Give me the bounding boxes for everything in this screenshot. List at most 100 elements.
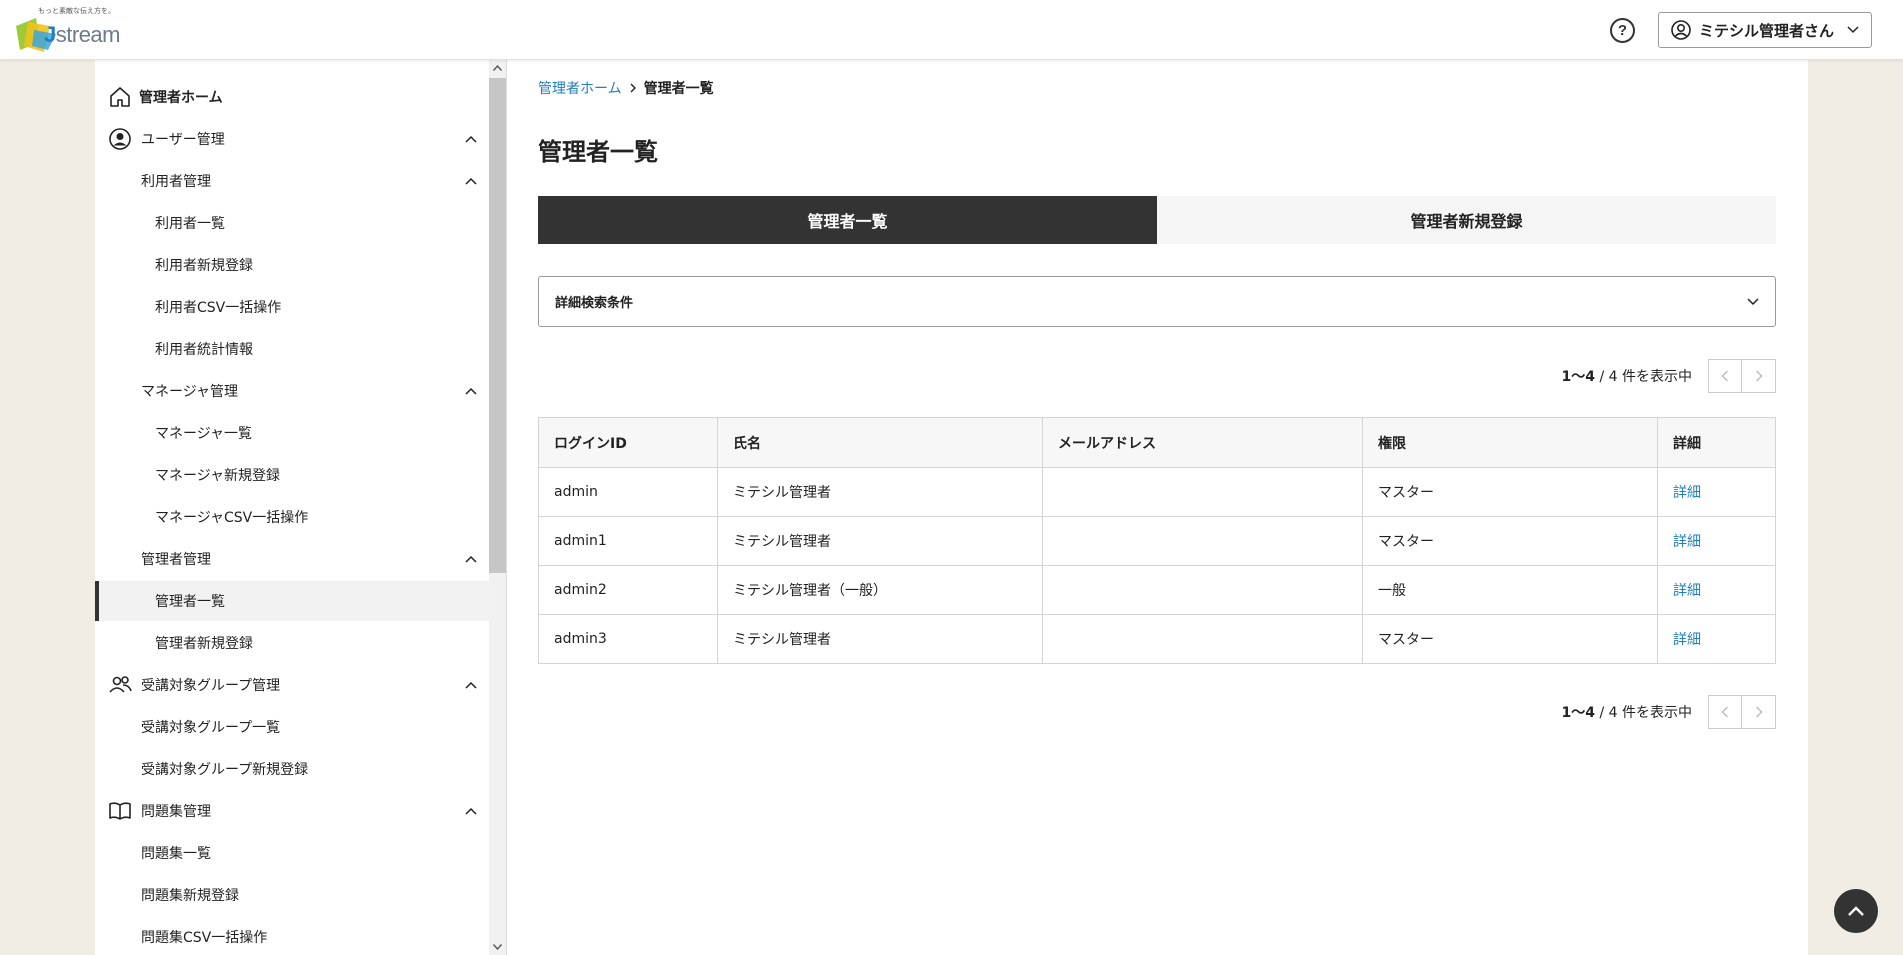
- sidebar-item-label: 管理者一覧: [155, 594, 225, 610]
- advanced-search-toggle[interactable]: 詳細検索条件: [538, 276, 1776, 327]
- cell-name: ミテシル管理者: [717, 614, 1043, 664]
- sidebar-item-label: 受講対象グループ管理: [141, 678, 281, 694]
- table-row: admin1 ミテシル管理者 マスター 詳細: [538, 516, 1776, 566]
- sidebar-item-admin-list[interactable]: 管理者一覧: [95, 581, 489, 621]
- cell-detail: 詳細: [1657, 516, 1776, 566]
- sidebar-item-workbook-management[interactable]: 問題集管理: [95, 791, 489, 831]
- next-page-button[interactable]: [1742, 359, 1776, 393]
- sidebar-scrollbar[interactable]: [489, 60, 506, 955]
- cell-role: マスター: [1362, 614, 1658, 664]
- detail-link[interactable]: 詳細: [1673, 534, 1701, 550]
- sidebar-nav: 管理者ホーム ユーザー管理 利用者管理 利用者一覧 利用者新規登録 利用者CSV…: [95, 60, 489, 955]
- home-icon: [110, 87, 130, 107]
- cell-role: 一般: [1362, 565, 1658, 615]
- result-count: 1〜4 / 4 件を表示中: [1562, 366, 1692, 386]
- column-header-email[interactable]: メールアドレス: [1042, 417, 1363, 468]
- table-row: admin3 ミテシル管理者 マスター 詳細: [538, 614, 1776, 664]
- result-total: / 4 件を表示中: [1599, 705, 1692, 721]
- admin-table: ログインID 氏名 メールアドレス 権限 詳細 admin ミテシル管理者 マス…: [538, 417, 1776, 664]
- result-range: 1〜4: [1561, 369, 1596, 385]
- column-header-login-id[interactable]: ログインID: [538, 417, 718, 468]
- cell-login-id: admin1: [538, 516, 718, 566]
- sidebar-item-label: 問題集一覧: [141, 846, 211, 862]
- next-page-button[interactable]: [1742, 695, 1776, 729]
- sidebar-item-workbook-register[interactable]: 問題集新規登録: [95, 875, 489, 915]
- scroll-up-arrow-icon[interactable]: [493, 65, 502, 71]
- sidebar-item-label: 受講対象グループ新規登録: [141, 762, 309, 778]
- chevron-up-icon: [1848, 906, 1864, 916]
- sidebar-item-workbook-csv[interactable]: 問題集CSV一括操作: [95, 917, 489, 955]
- advanced-search-label: 詳細検索条件: [555, 296, 634, 311]
- logo-wordmark-rest: stream: [55, 22, 121, 47]
- sidebar-item-label: マネージャ一覧: [155, 426, 253, 442]
- sidebar-item-label: マネージャCSV一括操作: [155, 510, 309, 526]
- sidebar-item-label: 利用者CSV一括操作: [155, 300, 282, 316]
- tab-admin-list[interactable]: 管理者一覧: [538, 196, 1157, 244]
- sidebar-item-workbook-list[interactable]: 問題集一覧: [95, 833, 489, 873]
- chevron-right-icon: [630, 83, 636, 93]
- book-icon: [109, 802, 131, 820]
- chevron-down-icon: [1847, 26, 1859, 34]
- prev-page-button[interactable]: [1708, 359, 1742, 393]
- column-header-detail: 詳細: [1657, 417, 1776, 468]
- sidebar-item-label: ユーザー管理: [141, 132, 225, 148]
- sidebar-item-manager-register[interactable]: マネージャ新規登録: [95, 455, 489, 495]
- detail-link[interactable]: 詳細: [1673, 485, 1701, 501]
- sidebar-item-group-management[interactable]: 受講対象グループ管理: [95, 665, 489, 705]
- user-circle-icon: [1671, 20, 1691, 40]
- sidebar-item-user-csv[interactable]: 利用者CSV一括操作: [95, 287, 489, 327]
- cell-detail: 詳細: [1657, 565, 1776, 615]
- breadcrumb-home-link[interactable]: 管理者ホーム: [538, 78, 622, 98]
- chevron-down-icon: [1747, 297, 1759, 305]
- result-total: / 4 件を表示中: [1599, 369, 1692, 385]
- sidebar-scroll-thumb[interactable]: [489, 78, 506, 573]
- cell-detail: 詳細: [1657, 614, 1776, 664]
- table-header-row: ログインID 氏名 メールアドレス 権限 詳細: [538, 417, 1776, 468]
- sidebar-item-label: 問題集CSV一括操作: [141, 930, 268, 946]
- cell-email: [1042, 516, 1363, 566]
- sidebar-item-admin-home[interactable]: 管理者ホーム: [95, 77, 489, 117]
- sidebar-item-label: 問題集管理: [141, 804, 211, 820]
- back-to-top-button[interactable]: [1834, 889, 1878, 933]
- scroll-down-arrow-icon[interactable]: [493, 944, 502, 950]
- sidebar-item-user-list[interactable]: 利用者一覧: [95, 203, 489, 243]
- chevron-left-icon: [1721, 706, 1728, 718]
- sidebar-item-label: 利用者一覧: [155, 216, 225, 232]
- sidebar-item-user-stats[interactable]: 利用者統計情報: [95, 329, 489, 369]
- detail-link[interactable]: 詳細: [1673, 583, 1701, 599]
- sidebar-item-manager-csv[interactable]: マネージャCSV一括操作: [95, 497, 489, 537]
- logo-tagline: もっと素敵な伝え方を。: [38, 7, 115, 15]
- prev-page-button[interactable]: [1708, 695, 1742, 729]
- question-circle-icon[interactable]: ?: [1610, 18, 1635, 43]
- sidebar-item-label: マネージャ管理: [141, 384, 239, 400]
- chevron-left-icon: [1721, 370, 1728, 382]
- chevron-right-icon: [1755, 370, 1762, 382]
- tab-bar: 管理者一覧 管理者新規登録: [538, 196, 1776, 244]
- column-header-name[interactable]: 氏名: [717, 417, 1043, 468]
- jstream-logo[interactable]: もっと素敵な伝え方を。 Jstream: [14, 6, 124, 54]
- sidebar-item-label: 管理者新規登録: [155, 636, 253, 652]
- cell-role: マスター: [1362, 516, 1658, 566]
- detail-link[interactable]: 詳細: [1673, 632, 1701, 648]
- sidebar-item-label: 問題集新規登録: [141, 888, 239, 904]
- result-range: 1〜4: [1561, 705, 1596, 721]
- main-content: 管理者ホーム 管理者一覧 管理者一覧 管理者一覧 管理者新規登録 詳細検索条件 …: [507, 60, 1808, 955]
- sidebar-item-group-register[interactable]: 受講対象グループ新規登録: [95, 749, 489, 789]
- user-name: ミテシル管理者さん: [1699, 21, 1835, 40]
- cell-login-id: admin3: [538, 614, 718, 664]
- sidebar-item-admin-register[interactable]: 管理者新規登録: [95, 623, 489, 663]
- column-header-role[interactable]: 権限: [1362, 417, 1658, 468]
- sidebar-item-manager-list[interactable]: マネージャ一覧: [95, 413, 489, 453]
- cell-login-id: admin: [538, 467, 718, 517]
- cell-detail: 詳細: [1657, 467, 1776, 517]
- sidebar-item-user-register[interactable]: 利用者新規登録: [95, 245, 489, 285]
- sidebar-item-group-list[interactable]: 受講対象グループ一覧: [95, 707, 489, 747]
- sidebar-item-manager-admin[interactable]: マネージャ管理: [95, 371, 489, 411]
- tab-admin-register[interactable]: 管理者新規登録: [1157, 196, 1776, 244]
- sidebar-item-user-admin[interactable]: 利用者管理: [95, 161, 489, 201]
- user-menu-button[interactable]: ミテシル管理者さん: [1658, 12, 1872, 48]
- sidebar-item-admin-management[interactable]: 管理者管理: [95, 539, 489, 579]
- page-title: 管理者一覧: [538, 138, 658, 166]
- app-header: もっと素敵な伝え方を。 Jstream ? ミテシル管理者さん: [0, 0, 1903, 60]
- sidebar-item-user-management[interactable]: ユーザー管理: [95, 119, 489, 159]
